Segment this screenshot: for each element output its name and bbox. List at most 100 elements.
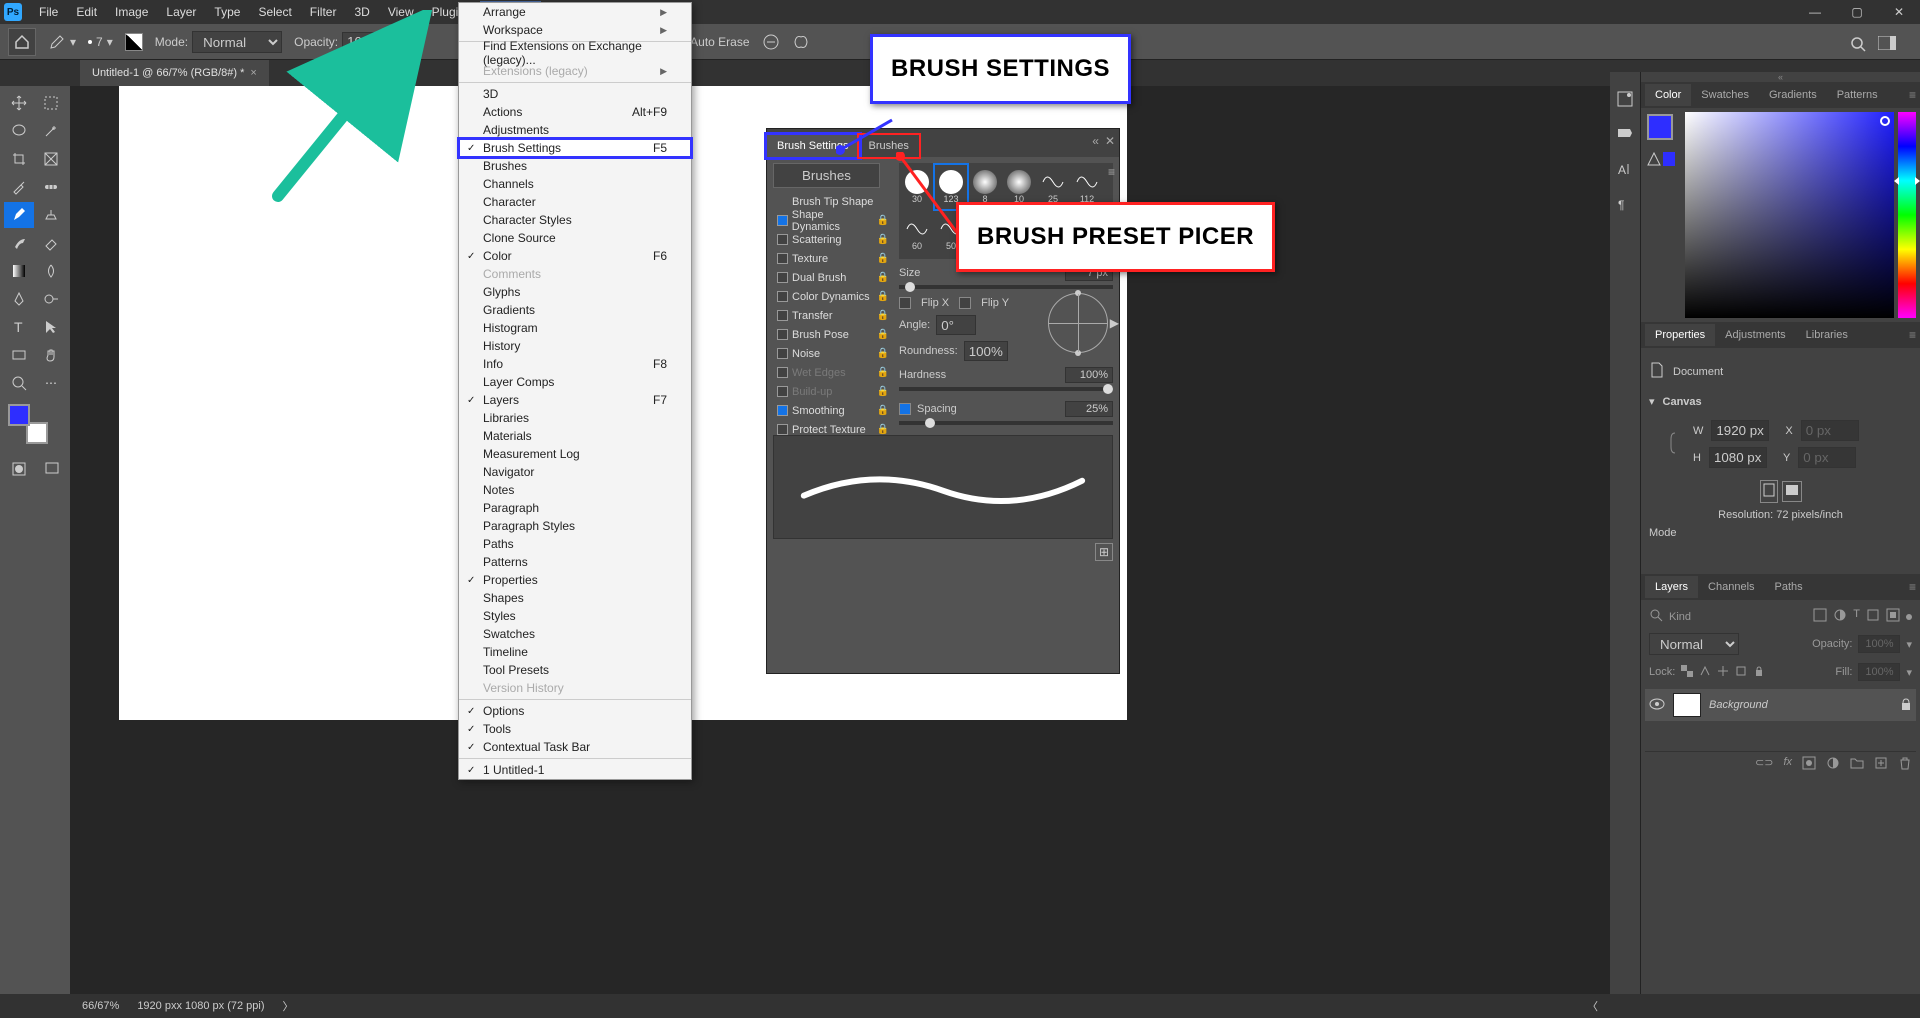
magic-wand-tool[interactable]	[36, 118, 66, 144]
menu-item-3d[interactable]: 3D	[459, 85, 691, 103]
menu-filter[interactable]: Filter	[301, 1, 346, 23]
filter-type-icon[interactable]: T	[1853, 608, 1860, 625]
healing-brush-tool[interactable]	[36, 174, 66, 200]
gradient-tool[interactable]	[4, 258, 34, 284]
new-brush-icon[interactable]: ⊞	[1095, 543, 1113, 561]
blur-tool[interactable]	[36, 258, 66, 284]
lock-pos-icon[interactable]	[1717, 665, 1729, 680]
tab-paths[interactable]: Paths	[1765, 576, 1813, 598]
tab-adjustments[interactable]: Adjustments	[1715, 324, 1796, 346]
lock-nest-icon[interactable]	[1735, 665, 1747, 680]
filter-shape-icon[interactable]	[1866, 608, 1880, 625]
menu-view[interactable]: View	[379, 1, 423, 23]
menu-item-workspace[interactable]: Workspace	[459, 21, 691, 39]
flip-y-checkbox[interactable]	[959, 297, 971, 309]
lock-all-icon[interactable]	[1753, 665, 1765, 680]
brush-size-preview[interactable]: 7 ▾	[88, 35, 113, 49]
color-fg-swatch[interactable]	[1647, 114, 1673, 140]
angle-input[interactable]	[936, 315, 976, 335]
menu-item-timeline[interactable]: Timeline	[459, 643, 691, 661]
spacing-checkbox[interactable]	[899, 403, 911, 415]
icon-4[interactable]: ¶	[1616, 195, 1634, 216]
menu-item-patterns[interactable]: Patterns	[459, 553, 691, 571]
brush-option-build-up[interactable]: Build-up🔒	[773, 382, 893, 401]
menu-item-tool-presets[interactable]: Tool Presets	[459, 661, 691, 679]
maximize-button[interactable]: ▢	[1836, 0, 1878, 24]
delete-icon[interactable]	[1898, 756, 1912, 773]
menu-item-styles[interactable]: Styles	[459, 607, 691, 625]
mode-select[interactable]: Normal	[192, 31, 282, 53]
opacity-input[interactable]	[342, 32, 392, 52]
menu-item-gradients[interactable]: Gradients	[459, 301, 691, 319]
menu-item-swatches[interactable]: Swatches	[459, 625, 691, 643]
menu-item-layer-comps[interactable]: Layer Comps	[459, 373, 691, 391]
history-brush-tool[interactable]	[4, 230, 34, 256]
type-tool[interactable]: T	[4, 314, 34, 340]
menu-item-materials[interactable]: Materials	[459, 427, 691, 445]
visibility-icon[interactable]	[1649, 698, 1665, 713]
menu-item-glyphs[interactable]: Glyphs	[459, 283, 691, 301]
filter-smart-icon[interactable]	[1886, 608, 1900, 625]
new-layer-icon[interactable]	[1874, 756, 1888, 773]
layer-lock-icon[interactable]	[1900, 697, 1912, 714]
lasso-tool[interactable]	[4, 118, 34, 144]
marquee-tool[interactable]	[36, 90, 66, 116]
pen-tool[interactable]	[4, 286, 34, 312]
portrait-icon[interactable]	[1760, 480, 1778, 503]
width-input[interactable]	[1711, 420, 1769, 441]
roundness-input[interactable]	[964, 341, 1008, 361]
tab-libraries[interactable]: Libraries	[1796, 324, 1858, 346]
menu-item-character-styles[interactable]: Character Styles	[459, 211, 691, 229]
menu-item-actions[interactable]: ActionsAlt+F9	[459, 103, 691, 121]
flip-x-checkbox[interactable]	[899, 297, 911, 309]
close-button[interactable]: ✕	[1878, 0, 1920, 24]
blend-mode-select[interactable]: Normal	[1649, 633, 1739, 655]
pencil-tool[interactable]	[4, 202, 34, 228]
menu-item-contextual-task-bar[interactable]: ✓Contextual Task Bar	[459, 738, 691, 756]
eyedropper-tool[interactable]	[4, 174, 34, 200]
menu-item-notes[interactable]: Notes	[459, 481, 691, 499]
adjustment-icon[interactable]	[1826, 756, 1840, 773]
quick-mask-icon[interactable]	[4, 456, 33, 482]
status-arrow[interactable]: 〉	[283, 998, 294, 1014]
tab-swatches[interactable]: Swatches	[1691, 84, 1759, 106]
menu-item-histogram[interactable]: Histogram	[459, 319, 691, 337]
butterfly-icon[interactable]	[792, 33, 810, 51]
layer-opacity[interactable]: 100%	[1858, 635, 1900, 653]
filter-toggle[interactable]	[1906, 614, 1912, 620]
panel-menu-icon[interactable]: ≡	[1909, 88, 1916, 102]
menu-item-navigator[interactable]: Navigator	[459, 463, 691, 481]
panel-collapse-icon[interactable]: «	[1092, 134, 1099, 148]
brush-option-scattering[interactable]: Scattering🔒	[773, 230, 893, 249]
height-input[interactable]	[1709, 447, 1767, 468]
tab-channels[interactable]: Channels	[1698, 576, 1764, 598]
menu-3d[interactable]: 3D	[345, 1, 378, 23]
filter-image-icon[interactable]	[1813, 608, 1827, 625]
icon-3[interactable]: A	[1616, 160, 1634, 181]
menu-item-paragraph-styles[interactable]: Paragraph Styles	[459, 517, 691, 535]
home-button[interactable]	[8, 28, 36, 56]
brush-option-transfer[interactable]: Transfer🔒	[773, 306, 893, 325]
color-swatches[interactable]	[8, 404, 48, 444]
group-icon[interactable]	[1850, 756, 1864, 773]
tab-patterns[interactable]: Patterns	[1827, 84, 1888, 106]
crop-tool[interactable]	[4, 146, 34, 172]
hand-tool[interactable]	[36, 342, 66, 368]
foreground-color[interactable]	[8, 404, 30, 426]
brush-option-shape-dynamics[interactable]: Shape Dynamics🔒	[773, 211, 893, 230]
angle-control[interactable]: ▶	[1048, 293, 1108, 353]
workspace-icon[interactable]	[1878, 36, 1896, 53]
menu-type[interactable]: Type	[205, 1, 249, 23]
zoom-tool[interactable]	[4, 370, 34, 396]
minimize-button[interactable]: —	[1794, 0, 1836, 24]
menu-item-options[interactable]: ✓Options	[459, 702, 691, 720]
panel-close-icon[interactable]: ✕	[1105, 134, 1115, 148]
menu-item-paths[interactable]: Paths	[459, 535, 691, 553]
search-icon[interactable]	[1850, 36, 1866, 55]
move-tool[interactable]	[4, 90, 34, 116]
more-tools[interactable]: ⋯	[36, 370, 66, 396]
menu-item-clone-source[interactable]: Clone Source	[459, 229, 691, 247]
brush-option-noise[interactable]: Noise🔒	[773, 344, 893, 363]
menu-item-channels[interactable]: Channels	[459, 175, 691, 193]
menu-select[interactable]: Select	[249, 1, 300, 23]
